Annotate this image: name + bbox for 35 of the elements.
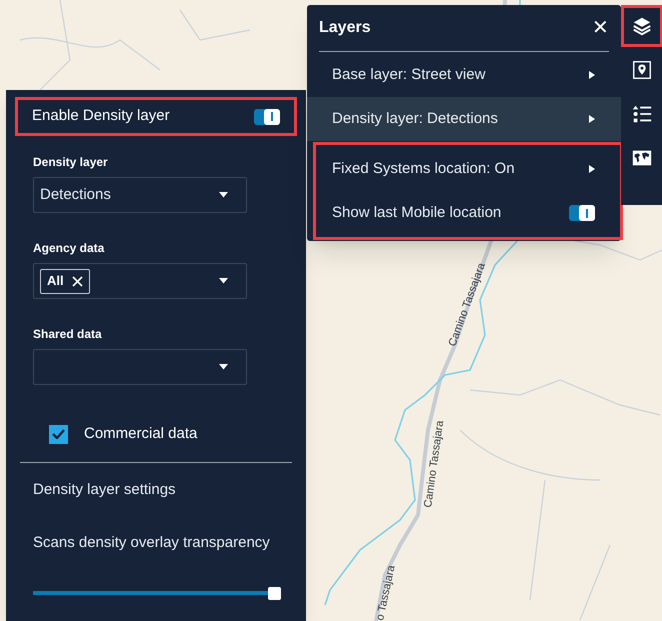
caret-icon — [219, 192, 228, 198]
submenu-arrow-icon — [589, 165, 595, 173]
slider[interactable] — [33, 586, 280, 600]
list-icon — [630, 103, 652, 125]
menu-item[interactable]: Fixed Systems location: On — [316, 147, 620, 191]
location-pin-icon — [630, 59, 652, 81]
slider-label: Scans density overlay transparency — [33, 533, 271, 553]
section-title: Density layer settings — [33, 480, 177, 500]
menu-item[interactable]: Density layer: Detections — [307, 97, 621, 141]
select-field[interactable]: All — [33, 263, 247, 299]
menu-item[interactable]: Base layer: Street view — [307, 53, 621, 97]
map-label: o Tassajara — [374, 564, 398, 621]
toolbar-button[interactable] — [624, 8, 660, 44]
toggle-switch[interactable] — [254, 108, 280, 124]
slider-thumb[interactable] — [268, 586, 282, 600]
map-label: Camino Tassajara — [422, 420, 446, 508]
close-button[interactable]: ✕ — [592, 18, 609, 38]
remove-icon[interactable] — [72, 276, 83, 286]
toggle-label: Enable Density layer — [32, 106, 170, 126]
caret-icon — [219, 364, 228, 370]
checkbox[interactable] — [49, 424, 68, 444]
toggle-switch[interactable] — [569, 205, 595, 221]
filter-chip[interactable]: All — [40, 268, 90, 294]
submenu-arrow-icon — [589, 71, 595, 79]
caret-icon — [219, 278, 228, 284]
field-label: Density layer — [33, 154, 109, 171]
field-label: Shared data — [33, 326, 103, 343]
select-field[interactable] — [33, 349, 247, 385]
submenu-arrow-icon — [589, 115, 595, 123]
field-label: Agency data — [33, 240, 106, 257]
select-field[interactable]: Detections — [33, 177, 247, 213]
menu-title: Layers — [319, 18, 371, 38]
menu-item[interactable]: Show last Mobile location — [316, 191, 620, 235]
layers-icon — [630, 15, 652, 37]
checkbox-label: Commercial data — [84, 424, 198, 444]
